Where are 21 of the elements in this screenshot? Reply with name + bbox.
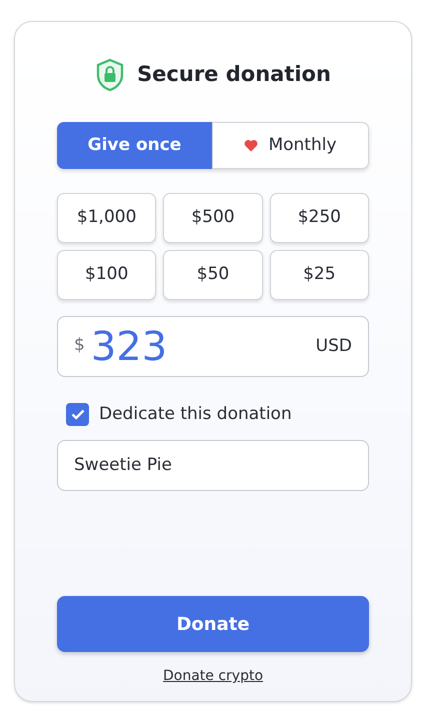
amount-option[interactable]: $25: [270, 250, 369, 300]
heart-icon: [244, 139, 258, 152]
frequency-tab[interactable]: Monthly: [212, 122, 369, 169]
frequency-tab[interactable]: Give once: [57, 122, 212, 169]
amount-value: 323: [90, 326, 168, 366]
crypto-link[interactable]: Donate crypto: [162, 666, 264, 687]
amount-field[interactable]: $323 USD: [57, 316, 369, 377]
currency-code: USD: [316, 334, 352, 358]
amount-option[interactable]: $100: [57, 250, 156, 300]
amount-option[interactable]: $500: [163, 193, 263, 243]
amount-option[interactable]: $250: [270, 193, 369, 243]
currency-symbol: $: [74, 334, 85, 357]
shield-lock-icon: [95, 58, 126, 92]
checkmark-icon: [70, 409, 84, 420]
dedicate-checkbox[interactable]: [66, 403, 89, 426]
dedication-field[interactable]: Sweetie Pie: [57, 440, 369, 490]
card-title: Secure donation: [137, 61, 331, 88]
amount-option[interactable]: $50: [163, 250, 263, 300]
amount-option[interactable]: $1,000: [57, 193, 156, 243]
donate-button[interactable]: Donate: [57, 596, 369, 652]
dedicate-label: Dedicate this donation: [99, 403, 292, 426]
